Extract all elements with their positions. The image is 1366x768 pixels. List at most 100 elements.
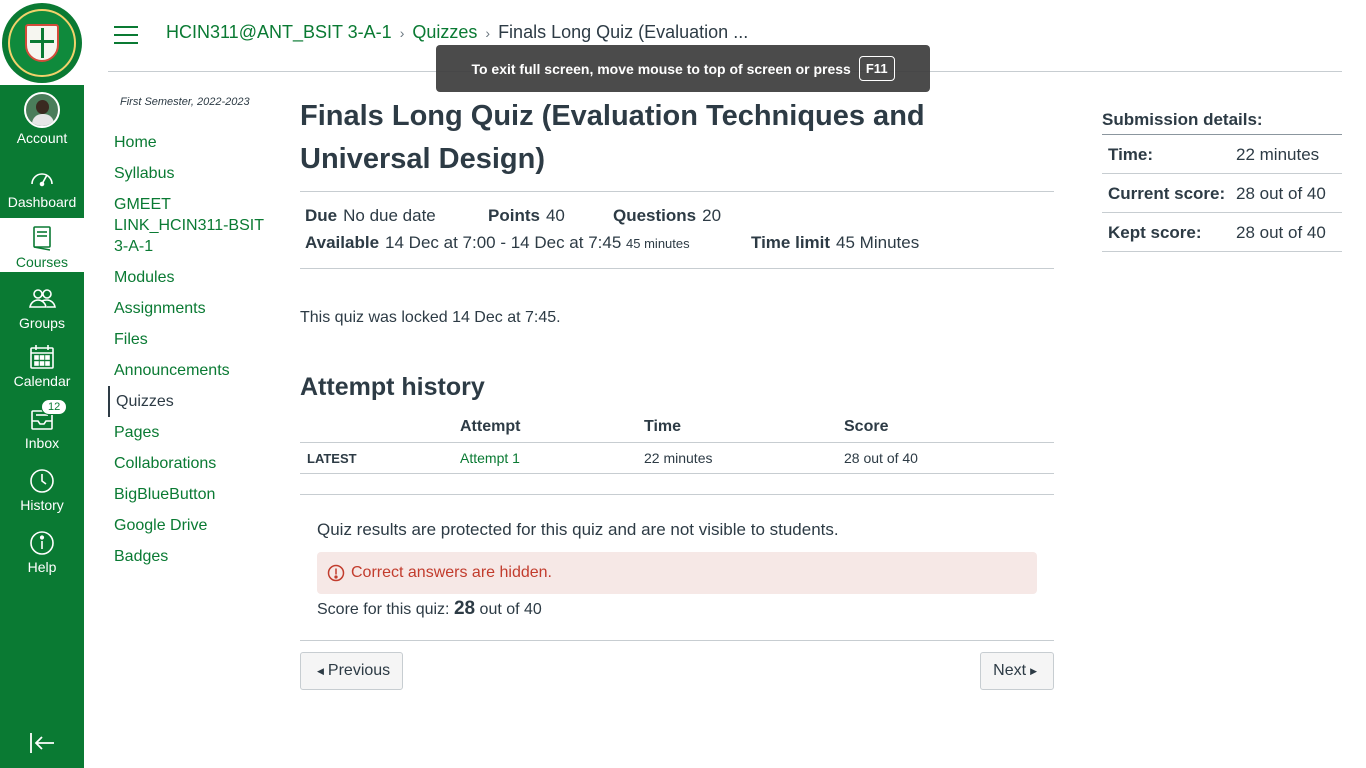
fullscreen-exit-tooltip: To exit full screen, move mouse to top o… [436, 45, 930, 92]
available-label: Available [305, 233, 380, 252]
nav-groups-label: Groups [19, 315, 65, 331]
caret-right-icon: ▶ [1030, 665, 1037, 676]
courses-icon [33, 226, 51, 251]
inbox-unread-badge: 12 [41, 399, 68, 415]
quiz-main: Finals Long Quiz (Evaluation Techniques … [300, 95, 1054, 690]
score-suffix: out of 40 [479, 601, 542, 618]
term-label: First Semester, 2022-2023 [120, 96, 250, 108]
nav-groups[interactable]: Groups [0, 285, 84, 331]
attempt-score: 28 out of 40 [837, 442, 1054, 474]
breadcrumb: HCIN311@ANT_BSIT 3-A-1 › Quizzes › Final… [166, 22, 748, 43]
course-nav-collaborations[interactable]: Collaborations [108, 448, 278, 479]
course-nav-files[interactable]: Files [108, 324, 278, 355]
nav-help[interactable]: Help [0, 529, 84, 575]
breadcrumb-course[interactable]: HCIN311@ANT_BSIT 3-A-1 [166, 22, 392, 43]
history-icon [30, 469, 54, 493]
submission-time-row: Time: 22 minutes [1102, 135, 1342, 174]
collapse-nav-icon[interactable] [28, 730, 56, 756]
kept-score-row: Kept score: 28 out of 40 [1102, 213, 1342, 252]
caret-left-icon: ◀ [317, 665, 324, 676]
attempt-time: 22 minutes [637, 442, 837, 474]
course-nav-badges[interactable]: Badges [108, 541, 278, 572]
course-nav-bigbluebutton[interactable]: BigBlueButton [108, 479, 278, 510]
nav-help-label: Help [27, 559, 57, 575]
nav-courses[interactable]: Courses [0, 218, 84, 272]
due-value: No due date [343, 206, 436, 225]
global-nav: Account Dashboard Courses Groups Calenda… [0, 0, 84, 768]
nav-dashboard-label: Dashboard [7, 194, 77, 210]
quiz-results: Quiz results are protected for this quiz… [300, 494, 1054, 641]
page-title: Finals Long Quiz (Evaluation Techniques … [300, 100, 925, 175]
course-nav-assignments[interactable]: Assignments [108, 293, 278, 324]
chevron-right-icon: › [399, 24, 405, 41]
current-score-row: Current score: 28 out of 40 [1102, 174, 1342, 213]
col-header-tag [300, 412, 453, 443]
nav-calendar-label: Calendar [13, 373, 71, 389]
pagination: ◀ Previous Next ▶ [300, 652, 1054, 690]
quiz-details: Due No due date Points 40 Questions 20 Avai… [300, 191, 1054, 269]
breadcrumb-current: Finals Long Quiz (Evaluation ... [498, 22, 749, 42]
kept-score-label: Kept score: [1108, 223, 1202, 242]
course-nav-home[interactable]: Home [108, 127, 278, 158]
available-value: 14 Dec at 7:00 - 14 Dec at 7:45 [385, 233, 622, 252]
due-label: Due [305, 206, 338, 225]
score-prefix: Score for this quiz: [317, 601, 450, 618]
fullscreen-tip-text: To exit full screen, move mouse to top o… [471, 60, 851, 77]
submission-details-heading: Submission details: [1102, 110, 1342, 135]
nav-calendar[interactable]: Calendar [0, 343, 84, 389]
nav-history[interactable]: History [0, 467, 84, 513]
kept-score-value: 28 out of 40 [1236, 223, 1326, 242]
attempt-history-heading: Attempt history [300, 373, 485, 401]
time-limit-value: 45 Minutes [836, 233, 920, 252]
locked-message: This quiz was locked 14 Dec at 7:45. [300, 309, 561, 326]
time-limit-label: Time limit [751, 233, 831, 252]
nav-account-label: Account [16, 130, 68, 146]
nav-dashboard[interactable]: Dashboard [0, 164, 84, 210]
institution-logo[interactable] [0, 0, 84, 85]
course-nav-announcements[interactable]: Announcements [108, 355, 278, 386]
latest-tag: LATEST [300, 442, 453, 474]
breadcrumb-quizzes[interactable]: Quizzes [412, 22, 477, 43]
course-nav-google-drive[interactable]: Google Drive [108, 510, 278, 541]
submission-details: Submission details: Time: 22 minutes Cur… [1102, 110, 1342, 252]
help-icon [30, 531, 54, 555]
col-header-score: Score [837, 412, 1054, 443]
dashboard-icon [31, 173, 53, 187]
warning-icon [327, 564, 345, 582]
avatar [24, 92, 60, 128]
nav-account[interactable]: Account [0, 92, 84, 146]
questions-value: 20 [702, 206, 722, 225]
previous-label: Previous [327, 662, 391, 679]
course-nav-pages[interactable]: Pages [108, 417, 278, 448]
course-menu-toggle[interactable] [114, 26, 138, 46]
score-value: 28 [453, 598, 476, 619]
results-protected-message: Quiz results are protected for this quiz… [317, 520, 839, 539]
attempt-link[interactable]: Attempt 1 [460, 450, 520, 466]
col-header-attempt: Attempt [453, 412, 637, 443]
current-score-label: Current score: [1108, 184, 1226, 203]
available-info: Available 14 Dec at 7:00 - 14 Dec at 7:45… [305, 229, 751, 257]
submission-time-label: Time: [1108, 145, 1154, 164]
course-nav-modules[interactable]: Modules [108, 262, 278, 293]
alert-text: Correct answers are hidden. [351, 564, 552, 581]
calendar-icon [30, 345, 54, 369]
nav-inbox[interactable]: 12 Inbox [0, 399, 84, 451]
nav-inbox-label: Inbox [24, 435, 60, 451]
next-button[interactable]: Next ▶ [980, 652, 1054, 690]
hidden-answers-alert: Correct answers are hidden. [317, 552, 1037, 594]
submission-time-value: 22 minutes [1236, 145, 1320, 164]
course-nav-quizzes[interactable]: Quizzes [108, 386, 278, 417]
school-seal-icon [2, 2, 82, 83]
next-label: Next [993, 662, 1027, 679]
table-row: LATEST Attempt 1 22 minutes 28 out of 40 [300, 442, 1054, 474]
previous-button[interactable]: ◀ Previous [300, 652, 404, 690]
due-info: Due No due date [305, 202, 488, 229]
course-nav-gmeet-link[interactable]: GMEET LINK_HCIN311-BSIT 3-A-1 [108, 189, 278, 262]
time-limit-info: Time limit 45 Minutes [751, 229, 919, 257]
points-label: Points [488, 206, 540, 225]
points-info: Points 40 [488, 202, 613, 229]
course-nav-syllabus[interactable]: Syllabus [108, 158, 278, 189]
fullscreen-tip-key: F11 [858, 56, 895, 81]
groups-icon [29, 289, 56, 308]
nav-courses-label: Courses [15, 254, 69, 270]
